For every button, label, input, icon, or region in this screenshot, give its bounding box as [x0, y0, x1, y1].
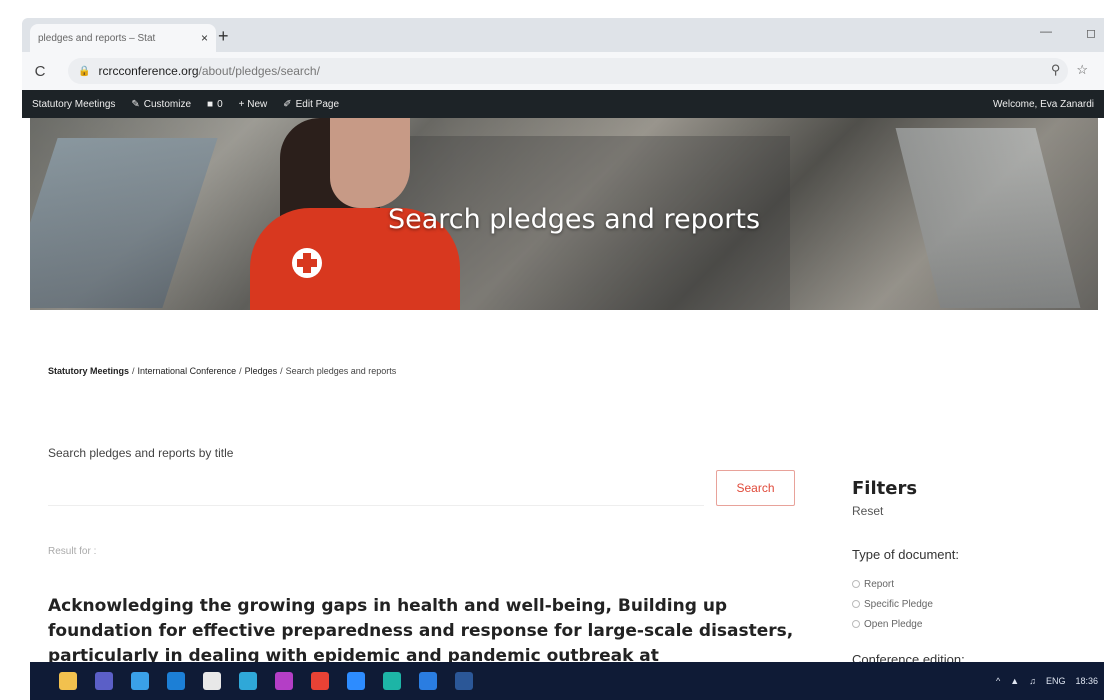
- outlook-icon[interactable]: [158, 662, 194, 700]
- mail-icon-glyph: [419, 672, 437, 690]
- taskbar-icons: [50, 662, 482, 700]
- browser-tab-bar: pledges and reports – Stat × + — ◻: [22, 18, 1104, 52]
- page-title: Search pledges and reports: [387, 204, 761, 235]
- adminbar-customize-label: Customize: [143, 98, 192, 110]
- breadcrumb-separator: /: [280, 366, 283, 376]
- zoom-icon-glyph: [347, 672, 365, 690]
- type-of-document-options: Report Specific Pledge Open Pledge: [852, 574, 933, 634]
- internet-explorer-icon-glyph: [131, 672, 149, 690]
- maximize-icon[interactable]: ◻: [1086, 26, 1096, 40]
- internet-explorer-icon[interactable]: [122, 662, 158, 700]
- reset-link[interactable]: Reset: [852, 504, 883, 518]
- url-host: rcrcconference.org: [98, 64, 199, 78]
- address-bar-row: C 🔒 rcrcconference.org/about/pledges/sea…: [22, 52, 1104, 90]
- adminbar-edit-page[interactable]: ✐ Edit Page: [283, 99, 339, 110]
- word-icon-glyph: [455, 672, 473, 690]
- tab-close-icon[interactable]: ×: [201, 31, 208, 45]
- url-path: /about/pledges/search/: [198, 64, 320, 78]
- chevron-up-icon[interactable]: ^: [996, 676, 1000, 686]
- edge-icon-glyph: [239, 672, 257, 690]
- breadcrumb: Statutory Meetings / International Confere…: [48, 366, 396, 376]
- teams-icon-glyph: [95, 672, 113, 690]
- adminbar-customize[interactable]: ✎ Customize: [131, 99, 191, 110]
- pencil-icon: ✎: [131, 98, 140, 110]
- filter-option-label: Specific Pledge: [864, 598, 933, 610]
- search-button[interactable]: Search: [716, 470, 795, 506]
- system-tray: ^ ▲ ♫ ENG 18:36: [996, 676, 1104, 687]
- breadcrumb-separator: /: [132, 366, 135, 376]
- hero-person-face: [330, 118, 410, 208]
- store-icon[interactable]: [194, 662, 230, 700]
- adminbar-edit-label: Edit Page: [295, 98, 340, 110]
- tab-title: pledges and reports – Stat: [38, 32, 156, 44]
- browser-tab[interactable]: pledges and reports – Stat ×: [30, 24, 216, 52]
- new-tab-icon[interactable]: +: [218, 26, 229, 47]
- teams-icon[interactable]: [86, 662, 122, 700]
- hero-banner: Search pledges and reports: [30, 118, 1098, 310]
- zoom-icon[interactable]: ⚲: [1051, 62, 1061, 78]
- edge-dev-icon-glyph: [383, 672, 401, 690]
- breadcrumb-current: Search pledges and reports: [285, 366, 397, 376]
- file-explorer-icon[interactable]: [50, 662, 86, 700]
- adminbar-comments[interactable]: ■ 0: [207, 99, 223, 110]
- search-input[interactable]: [48, 470, 704, 506]
- address-bar-icons: ⚲ ☆: [1051, 62, 1088, 78]
- edit-icon: ✐: [283, 98, 292, 110]
- reload-icon[interactable]: C: [22, 63, 58, 80]
- outlook-icon-glyph: [167, 672, 185, 690]
- search-label: Search pledges and reports by title: [48, 446, 234, 460]
- adminbar-comments-count: 0: [217, 98, 223, 110]
- chrome-icon[interactable]: [302, 662, 338, 700]
- windows-taskbar: ^ ▲ ♫ ENG 18:36: [30, 662, 1104, 700]
- chrome-icon-glyph: [311, 672, 329, 690]
- radio-icon: [852, 600, 860, 608]
- clock[interactable]: 18:36: [1075, 676, 1098, 687]
- result-title-link[interactable]: Acknowledging the growing gaps in health…: [48, 594, 808, 669]
- minimize-icon[interactable]: —: [1040, 24, 1052, 38]
- zoom-icon[interactable]: [338, 662, 374, 700]
- mail-icon[interactable]: [410, 662, 446, 700]
- radio-icon: [852, 580, 860, 588]
- breadcrumb-item[interactable]: International Conference: [138, 366, 237, 376]
- adminbar-site-label: Statutory Meetings: [32, 98, 116, 110]
- result-for-text: Result for :: [48, 546, 97, 557]
- radio-icon: [852, 620, 860, 628]
- filter-option-report[interactable]: Report: [852, 574, 933, 594]
- breadcrumb-item[interactable]: Statutory Meetings: [48, 366, 129, 376]
- adminbar-new[interactable]: + New: [239, 99, 268, 110]
- url-bar[interactable]: 🔒 rcrcconference.org/about/pledges/searc…: [68, 58, 1068, 84]
- comment-icon: ■: [207, 98, 214, 110]
- breadcrumb-item[interactable]: Pledges: [245, 366, 278, 376]
- filter-option-specific-pledge[interactable]: Specific Pledge: [852, 594, 933, 614]
- breadcrumb-separator: /: [239, 366, 242, 376]
- filters-heading: Filters: [852, 478, 918, 499]
- clock-time: 18:36: [1075, 675, 1098, 686]
- lock-icon: 🔒: [78, 65, 91, 77]
- type-of-document-label: Type of document:: [852, 547, 959, 562]
- filter-option-label: Report: [864, 578, 895, 590]
- bookmark-star-icon[interactable]: ☆: [1076, 62, 1088, 78]
- word-icon[interactable]: [446, 662, 482, 700]
- adminbar-welcome[interactable]: Welcome, Eva Zanardi: [993, 99, 1094, 110]
- red-cross-bar: [303, 253, 311, 273]
- filter-option-open-pledge[interactable]: Open Pledge: [852, 614, 933, 634]
- volume-icon[interactable]: ♫: [1029, 676, 1036, 686]
- network-icon[interactable]: ▲: [1010, 676, 1019, 686]
- admin-bar: Statutory Meetings ✎ Customize ■ 0 + New ✐…: [22, 90, 1104, 118]
- file-explorer-icon-glyph: [59, 672, 77, 690]
- language-indicator[interactable]: ENG: [1046, 676, 1066, 686]
- onenote-icon-glyph: [275, 672, 293, 690]
- adminbar-site-link[interactable]: Statutory Meetings: [32, 99, 115, 110]
- adminbar-new-label: + New: [238, 98, 268, 110]
- edge-dev-icon[interactable]: [374, 662, 410, 700]
- onenote-icon[interactable]: [266, 662, 302, 700]
- store-icon-glyph: [203, 672, 221, 690]
- edge-icon[interactable]: [230, 662, 266, 700]
- filter-option-label: Open Pledge: [864, 618, 923, 630]
